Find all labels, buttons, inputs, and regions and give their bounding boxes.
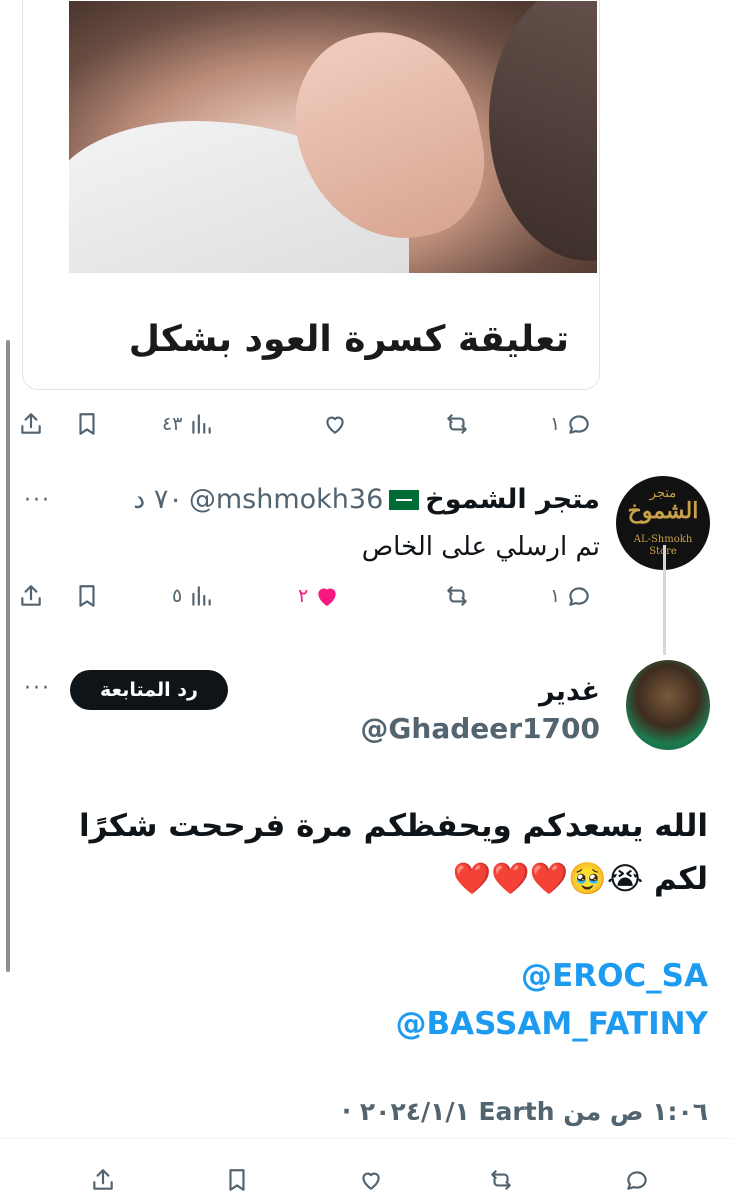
retweet-button[interactable] <box>488 1160 514 1200</box>
retweet-icon <box>447 586 467 606</box>
share-button[interactable] <box>18 576 44 616</box>
bookmark-icon <box>229 1169 245 1191</box>
reply1-name[interactable]: متجر الشموخ <box>425 484 600 515</box>
bookmark-icon <box>79 585 95 607</box>
share-icon <box>21 413 41 434</box>
media-caption: تعليقة كسرة العود بشكل <box>128 319 569 360</box>
bookmark-button[interactable] <box>224 1160 250 1200</box>
views-icon <box>192 414 212 434</box>
bookmark-button[interactable] <box>74 576 100 616</box>
media-image[interactable] <box>69 1 597 273</box>
bookmark-icon <box>79 413 95 435</box>
reply-button[interactable]: ١ <box>550 576 592 616</box>
share-button[interactable] <box>18 404 44 444</box>
main-text-line2: لكم 😭🥹❤️❤️❤️ <box>452 861 708 897</box>
heart-icon <box>326 416 344 434</box>
reply1-handle[interactable]: @mshmokh36 <box>189 484 383 515</box>
reply-icon <box>569 415 589 434</box>
main-action-bar <box>0 1160 732 1200</box>
more-options-icon[interactable]: ··· <box>24 488 51 513</box>
heart-icon <box>362 1172 380 1190</box>
reply-icon <box>627 1171 647 1190</box>
views-button[interactable]: ٤٣ <box>162 404 214 444</box>
main-handle[interactable]: @Ghadeer1700 <box>360 712 600 745</box>
tweet-timestamp[interactable]: ١:٠٦ ص من Earth ٢٠٢٤/١/١ · <box>342 1097 708 1126</box>
reply-button[interactable]: ١ <box>550 404 592 444</box>
mention-eroc[interactable]: @EROC_SA <box>521 958 708 994</box>
like-button[interactable] <box>322 404 348 444</box>
main-text-line1: الله يسعدكم ويحفظكم مرة فرححت شكرًا <box>79 808 708 844</box>
retweet-icon <box>447 414 467 434</box>
reply1-header: متجر الشموخ @mshmokh36 ٧٠ د <box>133 484 600 515</box>
retweet-button[interactable] <box>444 404 470 444</box>
reply-button[interactable] <box>624 1160 650 1200</box>
reply-icon <box>569 587 589 606</box>
share-button[interactable] <box>90 1160 116 1200</box>
avatar-ghadeer[interactable] <box>626 660 710 750</box>
views-button[interactable]: ٥ <box>172 576 214 616</box>
heart-icon <box>318 588 336 606</box>
reply-count: ١ <box>550 585 561 607</box>
media-card[interactable]: تعليقة كسرة العود بشكل <box>22 0 600 390</box>
avatar-logo-text: الشموخ <box>627 498 699 524</box>
like-button[interactable]: ٢ <box>298 576 340 616</box>
reply1-time[interactable]: ٧٠ د <box>133 484 183 515</box>
saudi-flag-icon <box>389 489 420 510</box>
main-name[interactable]: غدير <box>539 676 600 707</box>
retweet-icon <box>491 1170 511 1190</box>
mention-bassam[interactable]: @BASSAM_FATINY <box>396 1006 709 1042</box>
retweet-button[interactable] <box>444 576 470 616</box>
more-options-icon[interactable]: ··· <box>24 676 51 701</box>
like-count: ٢ <box>298 585 309 607</box>
views-count: ٥ <box>172 585 183 607</box>
oud-shape <box>489 1 597 261</box>
avatar-text-en1: AL-Shmokh <box>633 534 693 545</box>
like-button[interactable] <box>358 1160 384 1200</box>
tweet1-action-bar: ١ ٤٣ <box>0 404 732 444</box>
bookmark-button[interactable] <box>74 404 100 444</box>
share-icon <box>21 585 41 606</box>
reply1-action-bar: ١ ٢ ٥ <box>0 576 732 616</box>
divider <box>0 1138 732 1139</box>
reply1-text: تم ارسلي على الخاص <box>361 532 600 562</box>
follow-back-button[interactable]: رد المتابعة <box>70 670 228 710</box>
reply-count: ١ <box>550 413 561 435</box>
views-icon <box>192 586 211 606</box>
share-icon <box>93 1169 113 1190</box>
views-count: ٤٣ <box>162 413 183 435</box>
